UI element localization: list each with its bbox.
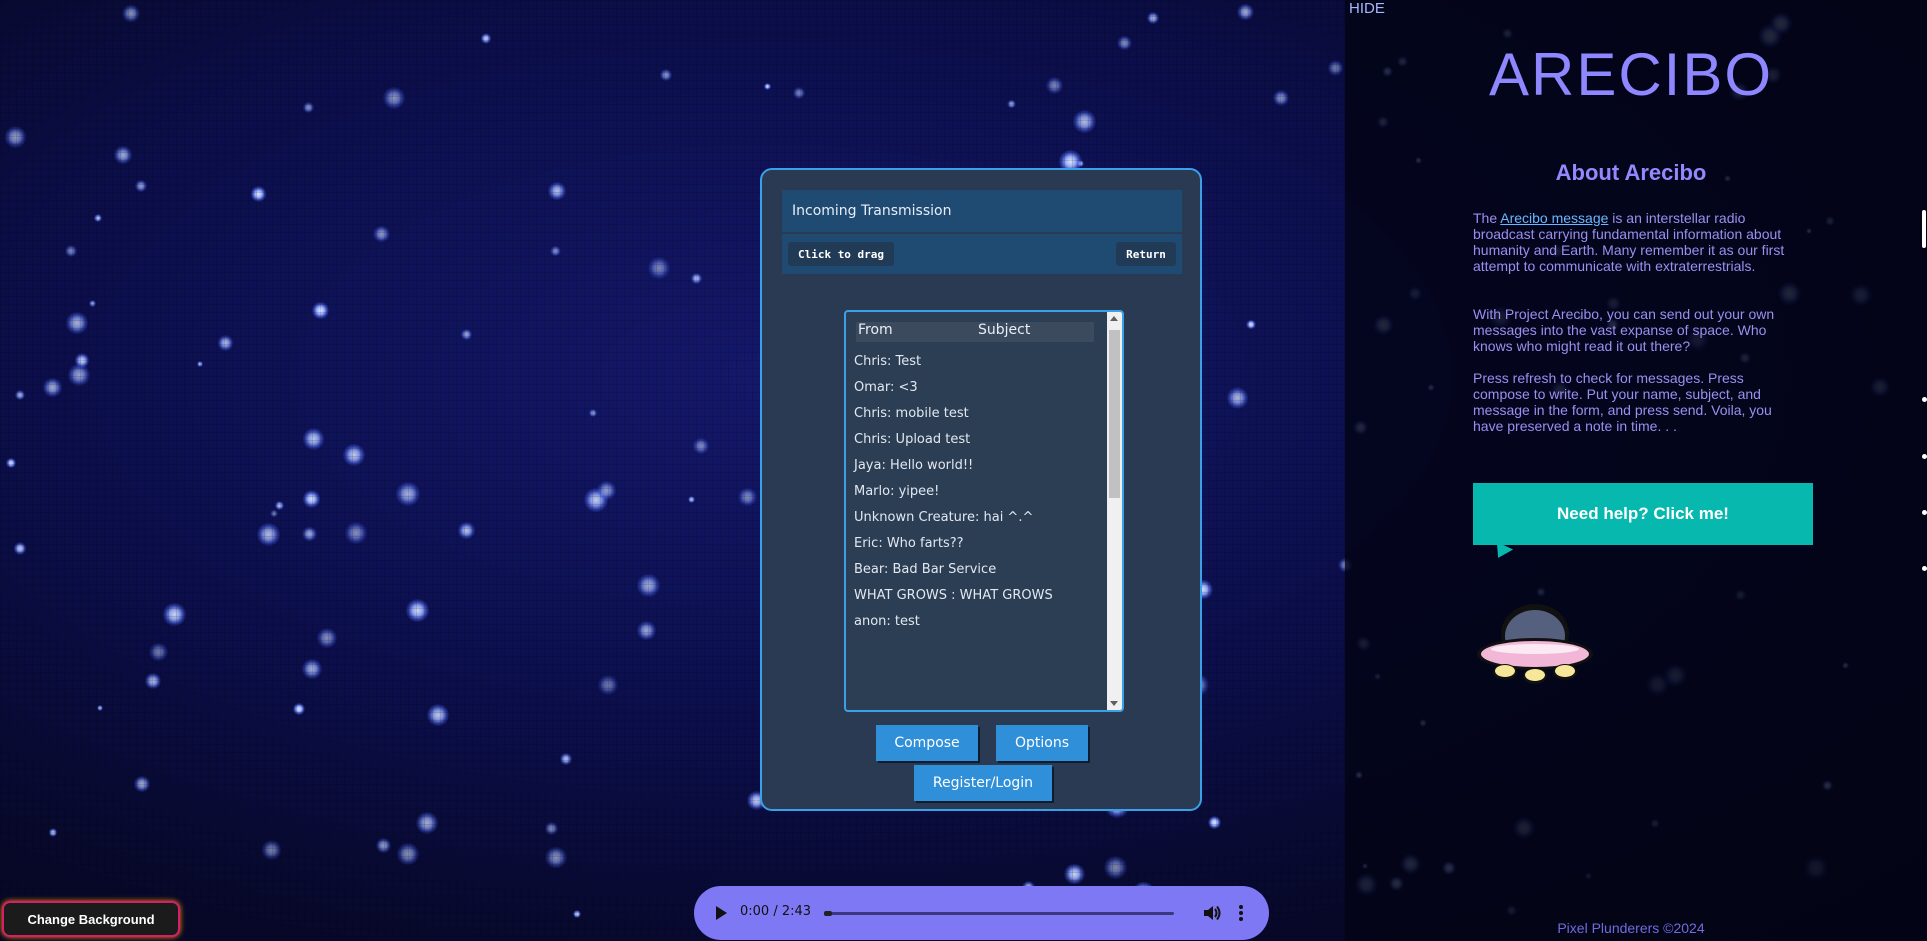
message-row[interactable]: anon: test	[854, 614, 920, 629]
nav-dot[interactable]	[1922, 566, 1927, 571]
audio-time-readout: 0:00 / 2:43	[740, 904, 812, 919]
message-row[interactable]: Marlo: yipee!	[854, 484, 939, 499]
ufo-icon[interactable]	[1475, 596, 1595, 691]
about-paragraph-2: With Project Arecibo, you can send out y…	[1473, 306, 1775, 354]
nav-dot[interactable]	[1922, 397, 1927, 402]
return-button[interactable]: Return	[1116, 242, 1176, 266]
message-row[interactable]: Unknown Creature: hai ^.^	[854, 510, 1033, 525]
nav-dot[interactable]	[1922, 510, 1927, 515]
nav-dot[interactable]	[1922, 454, 1927, 459]
compose-button[interactable]: Compose	[876, 725, 978, 761]
audio-seek-bar[interactable]	[824, 911, 1174, 916]
more-vert-icon[interactable]	[1238, 903, 1244, 923]
inbox-list[interactable]: From Subject Chris: Test Omar: <3 Chris:…	[844, 310, 1124, 712]
column-header-from: From	[858, 322, 893, 338]
audio-seek-knob[interactable]	[824, 911, 832, 916]
message-row[interactable]: Eric: Who farts??	[854, 536, 964, 551]
page-scrollbar-thumb[interactable]	[1922, 210, 1926, 248]
site-title: ARECIBO	[1488, 41, 1774, 108]
volume-icon[interactable]	[1202, 903, 1222, 923]
footer-credit: Pixel Plunderers ©2024	[1557, 920, 1705, 936]
drag-handle-button[interactable]: Click to drag	[788, 242, 894, 266]
change-background-button[interactable]: Change Background	[4, 903, 178, 935]
message-row[interactable]: Jaya: Hello world!!	[854, 458, 973, 473]
message-window: Incoming Transmission Click to drag Retu…	[760, 168, 1202, 811]
scroll-up-arrow-icon[interactable]	[1110, 316, 1118, 321]
column-header-subject: Subject	[978, 322, 1031, 338]
message-row[interactable]: WHAT GROWS : WHAT GROWS	[854, 588, 1053, 603]
arecibo-message-link[interactable]: Arecibo message	[1500, 210, 1608, 226]
about-paragraph-1: The Arecibo message is an interstellar r…	[1473, 210, 1795, 274]
inbox-scrollbar[interactable]	[1107, 312, 1122, 710]
hide-panel-link[interactable]: HIDE	[1349, 0, 1385, 17]
message-row[interactable]: Chris: mobile test	[854, 406, 969, 421]
about-paragraph-3: Press refresh to check for messages. Pre…	[1473, 370, 1772, 434]
inbox-scrollbar-thumb[interactable]	[1109, 330, 1120, 498]
inbox-header: From Subject	[856, 322, 1094, 342]
register-login-button[interactable]: Register/Login	[914, 765, 1052, 801]
about-heading: About Arecibo	[1555, 160, 1707, 185]
help-button[interactable]: Need help? Click me!	[1473, 483, 1813, 545]
info-side-panel: HIDE ARECIBO About Arecibo The Arecibo m…	[1345, 0, 1927, 941]
about-paragraph-1-prefix: The	[1473, 210, 1501, 226]
window-drag-bar[interactable]: Click to drag Return	[782, 234, 1182, 274]
scroll-down-arrow-icon[interactable]	[1110, 701, 1118, 706]
message-row[interactable]: Chris: Upload test	[854, 432, 970, 447]
audio-player: 0:00 / 2:43	[694, 886, 1269, 940]
message-row[interactable]: Omar: <3	[854, 380, 918, 395]
message-row[interactable]: Chris: Test	[854, 354, 921, 369]
window-title: Incoming Transmission	[782, 190, 1182, 232]
message-row[interactable]: Bear: Bad Bar Service	[854, 562, 996, 577]
play-icon[interactable]	[716, 906, 727, 920]
options-button[interactable]: Options	[996, 725, 1088, 761]
